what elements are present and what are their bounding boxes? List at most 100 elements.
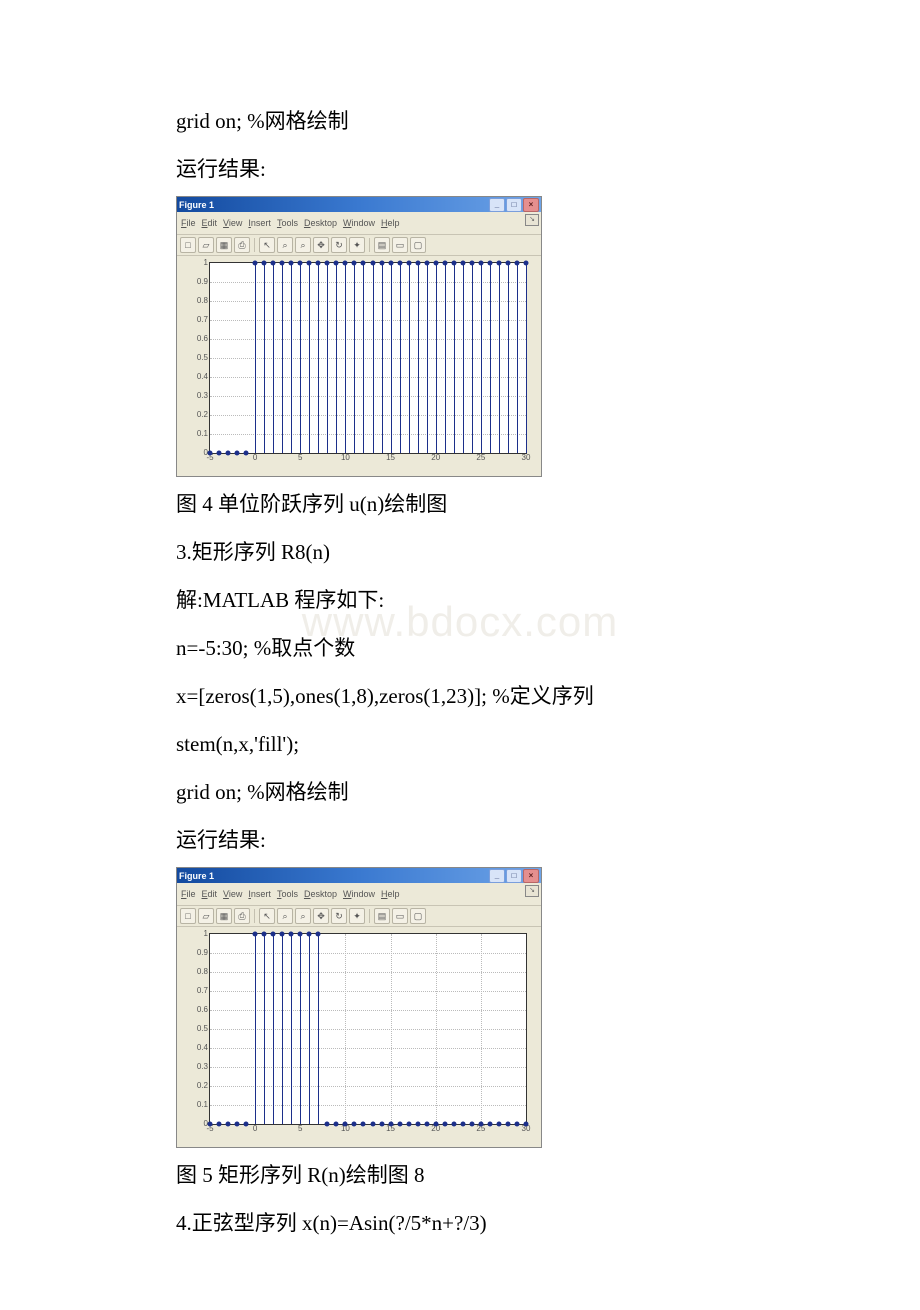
toolbar: □▱▦⎙↖⌕⌕✥↻✦▤▭▢: [177, 235, 541, 256]
menu-view[interactable]: View: [223, 885, 242, 903]
menu-file[interactable]: File: [181, 214, 196, 232]
stem: [336, 263, 337, 453]
zoom-out-icon[interactable]: ⌕: [295, 908, 311, 924]
stem: [436, 263, 437, 453]
gridline: [210, 1010, 526, 1011]
pointer-icon[interactable]: ↖: [259, 908, 275, 924]
y-tick-label: 0.4: [186, 1040, 208, 1056]
y-tick-label: 1: [186, 926, 208, 942]
menu-view[interactable]: View: [223, 214, 242, 232]
pan-icon[interactable]: ✥: [313, 237, 329, 253]
menu-desktop[interactable]: Desktop: [304, 885, 337, 903]
marker: [352, 261, 357, 266]
stem: [345, 263, 346, 453]
save-icon[interactable]: ▦: [216, 237, 232, 253]
marker: [325, 261, 330, 266]
marker: [307, 932, 312, 937]
gridline: [210, 320, 526, 321]
code-line: stem(n,x,'fill');: [176, 723, 744, 765]
section-3-title: 3.矩形序列 R8(n): [176, 531, 744, 573]
legend-icon[interactable]: ▭: [392, 237, 408, 253]
result-label: 运行结果:: [176, 148, 744, 190]
marker: [271, 261, 276, 266]
menu-help[interactable]: Help: [381, 214, 400, 232]
marker: [325, 1122, 330, 1127]
menu-edit[interactable]: Edit: [202, 214, 218, 232]
marker: [262, 261, 267, 266]
stem: [427, 263, 428, 453]
marker: [253, 932, 258, 937]
colorbar-icon[interactable]: ▤: [374, 237, 390, 253]
pan-icon[interactable]: ✥: [313, 908, 329, 924]
menu-desktop[interactable]: Desktop: [304, 214, 337, 232]
marker: [253, 261, 258, 266]
marker: [415, 261, 420, 266]
marker: [442, 261, 447, 266]
marker: [271, 932, 276, 937]
colorbar-icon[interactable]: ▤: [374, 908, 390, 924]
stem: [409, 263, 410, 453]
menu-window[interactable]: Window: [343, 885, 375, 903]
marker: [379, 261, 384, 266]
stem: [382, 263, 383, 453]
menu-insert[interactable]: Insert: [248, 885, 271, 903]
hide-icon[interactable]: ▢: [410, 237, 426, 253]
y-tick-label: 0.5: [186, 1021, 208, 1037]
stem: [282, 934, 283, 1124]
zoom-out-icon[interactable]: ⌕: [295, 237, 311, 253]
menu-help[interactable]: Help: [381, 885, 400, 903]
hide-icon[interactable]: ▢: [410, 908, 426, 924]
stem: [454, 263, 455, 453]
stem: [354, 263, 355, 453]
stem: [445, 263, 446, 453]
menu-insert[interactable]: Insert: [248, 214, 271, 232]
dock-toggle[interactable]: ↘: [525, 214, 539, 226]
data-cursor-icon[interactable]: ✦: [349, 908, 365, 924]
menu-window[interactable]: Window: [343, 214, 375, 232]
figure5-caption: 图 5 矩形序列 R(n)绘制图 8: [176, 1154, 744, 1196]
new-file-icon[interactable]: □: [180, 908, 196, 924]
marker: [442, 1122, 447, 1127]
maximize-button[interactable]: □: [506, 869, 522, 883]
gridline: [391, 934, 392, 1124]
minimize-button[interactable]: _: [489, 869, 505, 883]
marker: [460, 261, 465, 266]
close-button[interactable]: ×: [523, 198, 539, 212]
stem: [327, 263, 328, 453]
pointer-icon[interactable]: ↖: [259, 237, 275, 253]
maximize-button[interactable]: □: [506, 198, 522, 212]
print-icon[interactable]: ⎙: [234, 237, 250, 253]
minimize-button[interactable]: _: [489, 198, 505, 212]
zoom-in-icon[interactable]: ⌕: [277, 908, 293, 924]
marker: [424, 1122, 429, 1127]
y-tick-label: 0.3: [186, 388, 208, 404]
rotate-icon[interactable]: ↻: [331, 908, 347, 924]
stem: [282, 263, 283, 453]
marker: [469, 261, 474, 266]
data-cursor-icon[interactable]: ✦: [349, 237, 365, 253]
close-button[interactable]: ×: [523, 869, 539, 883]
menu-file[interactable]: File: [181, 885, 196, 903]
marker: [397, 1122, 402, 1127]
marker: [280, 932, 285, 937]
marker: [226, 1122, 231, 1127]
marker: [514, 1122, 519, 1127]
new-file-icon[interactable]: □: [180, 237, 196, 253]
marker: [451, 1122, 456, 1127]
code-line: n=-5:30; %取点个数: [176, 627, 744, 669]
menu-edit[interactable]: Edit: [202, 885, 218, 903]
menu-tools[interactable]: Tools: [277, 885, 298, 903]
rotate-icon[interactable]: ↻: [331, 237, 347, 253]
gridline: [436, 934, 437, 1124]
zoom-in-icon[interactable]: ⌕: [277, 237, 293, 253]
open-icon[interactable]: ▱: [198, 908, 214, 924]
y-tick-label: 0.9: [186, 274, 208, 290]
dock-toggle[interactable]: ↘: [525, 885, 539, 897]
legend-icon[interactable]: ▭: [392, 908, 408, 924]
save-icon[interactable]: ▦: [216, 908, 232, 924]
marker: [478, 1122, 483, 1127]
open-icon[interactable]: ▱: [198, 237, 214, 253]
print-icon[interactable]: ⎙: [234, 908, 250, 924]
menu-tools[interactable]: Tools: [277, 214, 298, 232]
y-tick-label: 0.3: [186, 1059, 208, 1075]
